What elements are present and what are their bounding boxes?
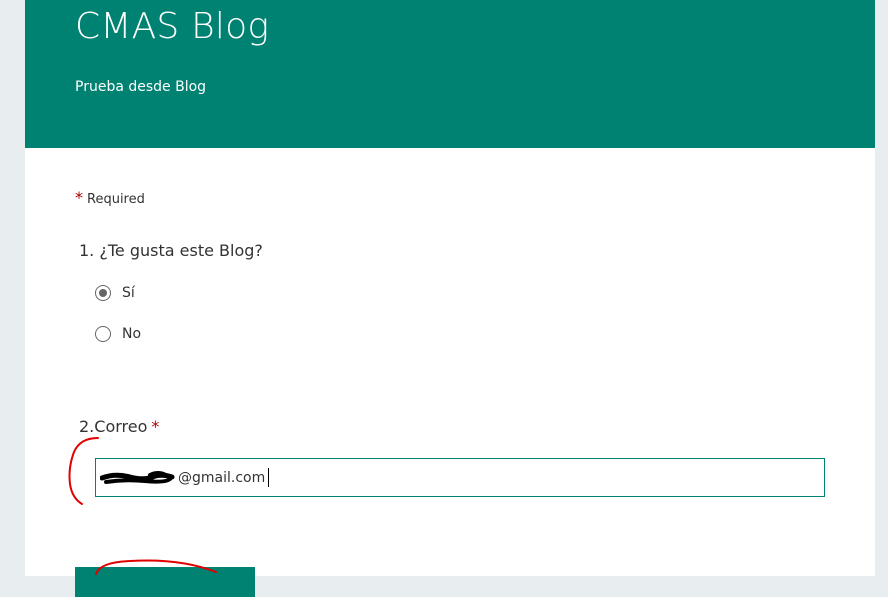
- option-no[interactable]: No: [95, 326, 141, 342]
- submit-button[interactable]: [75, 567, 255, 597]
- option-si-label: Sí: [122, 285, 135, 301]
- required-note: * Required: [75, 188, 145, 207]
- redaction-scribble: [100, 471, 175, 484]
- email-input[interactable]: @gmail.com: [95, 458, 825, 497]
- form-card: CMAS Blog Prueba desde Blog * Required 1.…: [25, 0, 875, 597]
- question-2-text: Correo: [94, 417, 148, 436]
- question-2-title: 2.Correo *: [79, 417, 159, 436]
- text-cursor: [268, 468, 269, 487]
- question-1-text: ¿Te gusta este Blog?: [99, 241, 263, 260]
- radio-unselected-icon[interactable]: [95, 326, 111, 342]
- form-title: CMAS Blog: [75, 6, 270, 47]
- radio-selected-icon[interactable]: [95, 285, 111, 301]
- question-2-number: 2.: [79, 417, 95, 436]
- required-star: *: [75, 188, 83, 207]
- option-si[interactable]: Sí: [95, 285, 135, 301]
- form-header: CMAS Blog Prueba desde Blog: [25, 0, 875, 148]
- question-2-required-star: *: [151, 417, 160, 436]
- email-value: @gmail.com: [178, 470, 266, 486]
- required-label: Required: [87, 192, 145, 207]
- option-no-label: No: [122, 326, 142, 342]
- question-1-number: 1.: [79, 241, 95, 260]
- form-subtitle: Prueba desde Blog: [75, 79, 207, 95]
- question-1-title: 1. ¿Te gusta este Blog?: [79, 241, 263, 260]
